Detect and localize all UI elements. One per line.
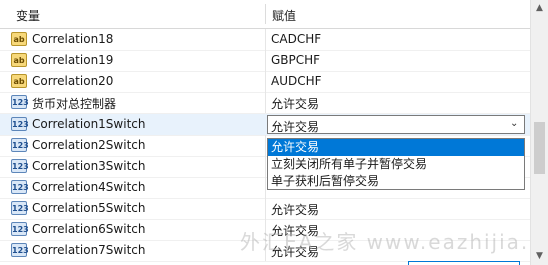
variable-value[interactable]: 允许交易: [271, 95, 319, 112]
column-divider: [265, 50, 266, 71]
header-value[interactable]: 赋值: [272, 7, 296, 24]
variable-name: Correlation18: [32, 32, 114, 46]
dropdown-option-pause-after-profit[interactable]: 单子获利后暂停交易: [268, 173, 524, 190]
variable-name: Correlation5Switch: [32, 201, 146, 215]
scroll-up-icon[interactable]: ▲: [531, 0, 548, 17]
variable-name: Correlation6Switch: [32, 222, 146, 236]
column-divider: [265, 71, 266, 92]
string-type-icon: ab: [11, 53, 27, 67]
vertical-scrollbar[interactable]: ▲ ▼: [530, 0, 548, 265]
variable-name: Correlation1Switch: [32, 117, 146, 131]
column-divider: [265, 156, 266, 177]
column-divider: [265, 198, 266, 219]
variable-value[interactable]: AUDCHF: [271, 74, 322, 88]
table-row[interactable]: 123 货币对总控制器 允许交易: [0, 92, 530, 114]
chevron-down-icon[interactable]: ⌄: [510, 117, 520, 131]
column-divider: [265, 92, 266, 113]
variable-value[interactable]: CADCHF: [271, 32, 321, 46]
variable-value[interactable]: 允许交易: [271, 201, 319, 218]
table-row-selected[interactable]: 123 Correlation1Switch 允许交易 ⌄: [0, 114, 530, 136]
dropdown-option-allow-trading[interactable]: 允许交易: [268, 139, 524, 156]
dialog-button-partial[interactable]: [408, 261, 520, 265]
grid-header: 变量 赋值: [0, 0, 530, 29]
column-divider: [265, 135, 266, 156]
number-type-icon: 123: [11, 243, 29, 257]
string-type-icon: ab: [11, 32, 27, 46]
combobox-dropdown-list: 允许交易 立刻关闭所有单子并暂停交易 单子获利后暂停交易: [267, 138, 525, 190]
number-type-icon: 123: [11, 159, 29, 173]
value-combobox[interactable]: 允许交易 ⌄: [267, 115, 525, 134]
number-type-icon: 123: [11, 222, 29, 236]
column-divider: [265, 29, 266, 50]
watermark: 外汇EA之家 www.eazhijia.com: [240, 230, 530, 254]
combobox-value: 允许交易: [271, 120, 320, 134]
inputs-grid: 变量 赋值 ab Correlation18 CADCHF ab Correla…: [0, 0, 530, 265]
variable-name: 货币对总控制器: [32, 97, 117, 111]
number-type-icon: 123: [11, 138, 29, 152]
number-type-icon: 123: [11, 95, 29, 109]
scroll-down-icon[interactable]: ▼: [531, 248, 548, 265]
variable-name: Correlation20: [32, 74, 114, 88]
variable-name: Correlation19: [32, 53, 114, 67]
dropdown-option-close-all-and-pause[interactable]: 立刻关闭所有单子并暂停交易: [268, 156, 524, 173]
variable-name: Correlation2Switch: [32, 138, 146, 152]
scrollbar-thumb[interactable]: [534, 122, 545, 174]
header-variable[interactable]: 变量: [16, 7, 40, 24]
number-type-icon: 123: [11, 201, 29, 215]
table-row[interactable]: 123 Correlation5Switch 允许交易: [0, 198, 530, 220]
variable-value[interactable]: GBPCHF: [271, 53, 320, 67]
string-type-icon: ab: [11, 74, 27, 88]
column-divider: [265, 177, 266, 198]
header-separator: [265, 4, 266, 24]
table-row[interactable]: ab Correlation19 GBPCHF: [0, 50, 530, 72]
number-type-icon: 123: [11, 180, 29, 194]
table-row[interactable]: ab Correlation20 AUDCHF: [0, 71, 530, 93]
variable-name: Correlation7Switch: [32, 243, 146, 257]
number-type-icon: 123: [11, 117, 29, 131]
table-row[interactable]: ab Correlation18 CADCHF: [0, 29, 530, 51]
variable-name: Correlation3Switch: [32, 159, 146, 173]
variable-name: Correlation4Switch: [32, 180, 146, 194]
